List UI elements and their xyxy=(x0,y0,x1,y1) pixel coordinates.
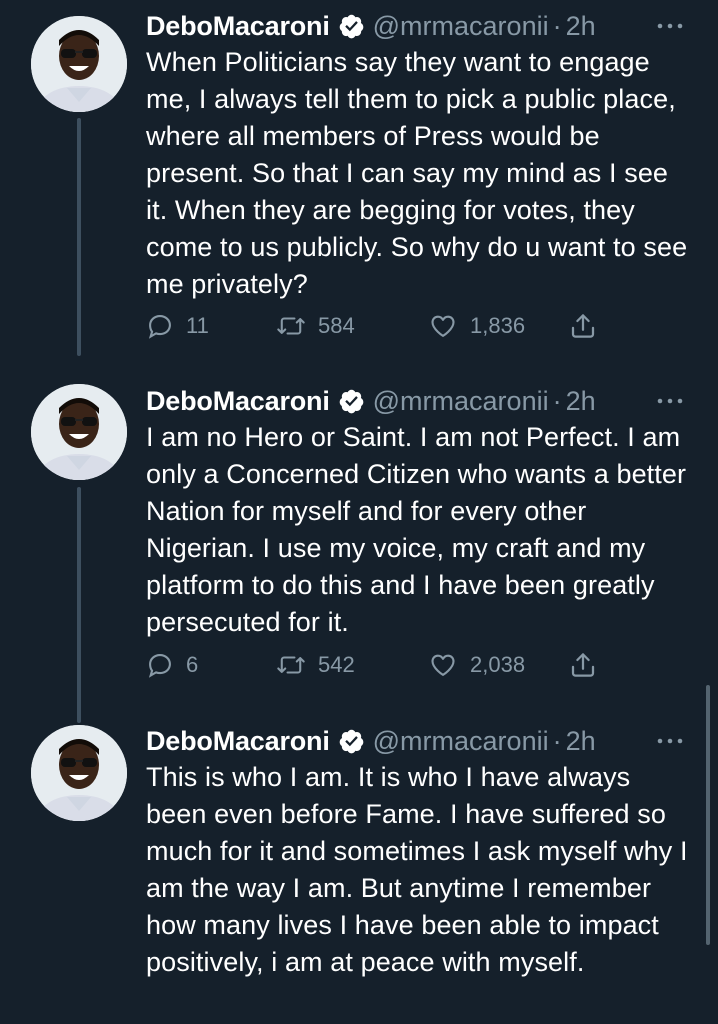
verified-badge-icon xyxy=(339,729,363,753)
separator-dot: · xyxy=(552,10,562,41)
avatar[interactable] xyxy=(31,725,127,821)
reply-button[interactable]: 11 xyxy=(146,308,209,344)
tweet-actions: 6 542 2,038 xyxy=(146,647,606,683)
tweet-text: When Politicians say they want to engage… xyxy=(146,47,688,299)
share-icon xyxy=(571,653,595,677)
separator-dot: · xyxy=(552,725,562,756)
timestamp[interactable]: 2h xyxy=(566,386,596,417)
user-handle[interactable]: @mrmacaronii xyxy=(373,386,549,417)
like-count: 1,836 xyxy=(470,313,526,338)
user-handle[interactable]: @mrmacaronii xyxy=(373,11,549,42)
more-dots-icon[interactable] xyxy=(655,16,685,36)
reply-bubble-icon xyxy=(148,654,171,678)
display-name[interactable]: DeboMacaroni xyxy=(146,11,330,42)
tweet-text: I am no Hero or Saint. I am not Perfect.… xyxy=(146,422,687,637)
heart-icon xyxy=(431,654,455,676)
like-button[interactable]: 2,038 xyxy=(428,647,525,683)
like-count: 2,038 xyxy=(470,652,526,677)
retweet-count: 542 xyxy=(318,652,355,677)
verified-badge-icon xyxy=(339,389,363,413)
display-name[interactable]: DeboMacaroni xyxy=(146,726,330,757)
retweet-icon xyxy=(277,656,305,674)
display-name[interactable]: DeboMacaroni xyxy=(146,386,330,417)
tweet-2[interactable]: DeboMacaroni @mrmacaronii · 2h I am no H… xyxy=(0,381,718,723)
avatar[interactable] xyxy=(31,384,127,480)
timestamp[interactable]: 2h xyxy=(566,726,596,757)
tweet-header: DeboMacaroni @mrmacaronii · 2h xyxy=(146,6,596,46)
retweet-count: 584 xyxy=(318,313,355,338)
more-dots-icon[interactable] xyxy=(655,391,685,411)
like-button[interactable]: 1,836 xyxy=(428,308,525,344)
tweet-3[interactable]: DeboMacaroni @mrmacaronii · 2h This is w… xyxy=(0,721,718,1024)
reply-bubble-icon xyxy=(148,315,171,339)
separator-dot: · xyxy=(552,385,562,416)
thread-line xyxy=(77,487,81,723)
share-icon xyxy=(571,314,595,338)
tweet-actions: 11 584 1,836 xyxy=(146,308,606,344)
scrollbar[interactable] xyxy=(706,685,710,945)
verified-badge-icon xyxy=(339,14,363,38)
tweet-text: This is who I am. It is who I have alway… xyxy=(146,762,688,977)
reply-button[interactable]: 6 xyxy=(146,647,198,683)
reply-count: 6 xyxy=(186,652,199,677)
retweet-button[interactable]: 584 xyxy=(276,308,355,344)
thread-line xyxy=(77,118,81,356)
tweet-1[interactable]: DeboMacaroni @mrmacaronii · 2h When Poli… xyxy=(0,6,718,356)
avatar[interactable] xyxy=(31,16,127,112)
retweet-icon xyxy=(277,317,305,335)
tweet-header: DeboMacaroni @mrmacaronii · 2h xyxy=(146,721,596,761)
share-button[interactable] xyxy=(568,308,598,344)
tweet-header: DeboMacaroni @mrmacaronii · 2h xyxy=(146,381,596,421)
retweet-button[interactable]: 542 xyxy=(276,647,355,683)
user-handle[interactable]: @mrmacaronii xyxy=(373,726,549,757)
timestamp[interactable]: 2h xyxy=(566,11,596,42)
share-button[interactable] xyxy=(568,647,598,683)
reply-count: 11 xyxy=(186,313,209,338)
heart-icon xyxy=(431,315,455,337)
more-dots-icon[interactable] xyxy=(655,731,685,751)
